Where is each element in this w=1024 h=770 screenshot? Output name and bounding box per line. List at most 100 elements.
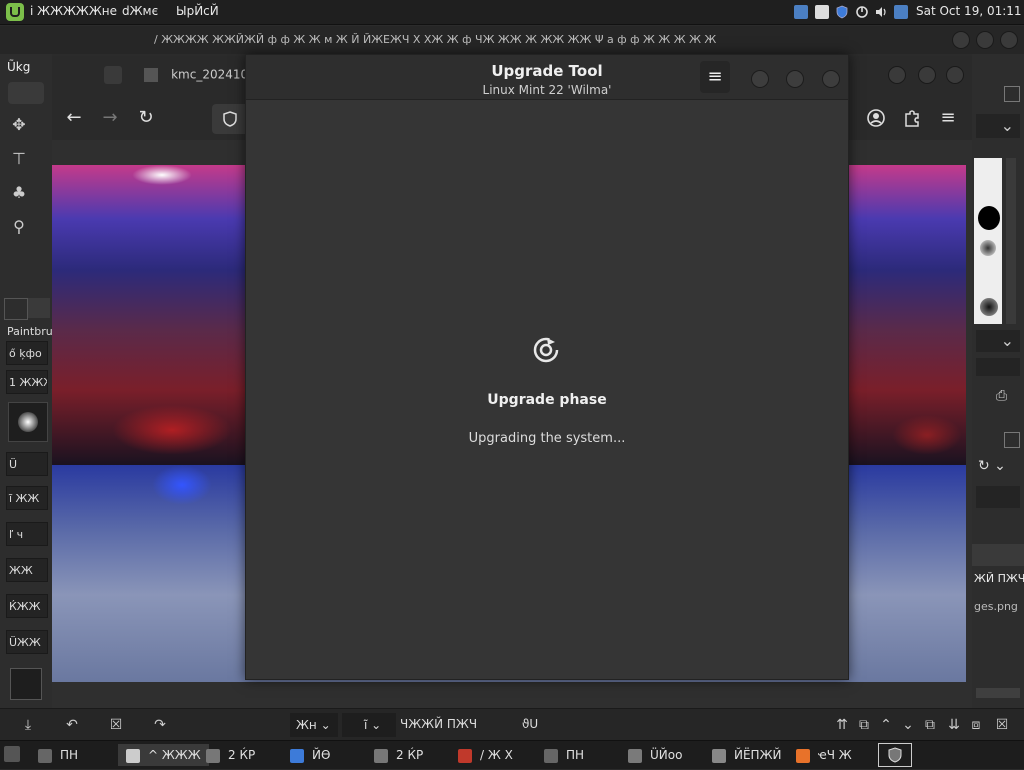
reload-icon[interactable]: ↻ xyxy=(134,106,158,130)
clock[interactable]: Sat Oct 19, 01:11 xyxy=(916,4,1022,18)
tab-overview-icon[interactable] xyxy=(104,66,122,84)
gimp-bottom-strip: ⤓ ↶ ☒ ↷ Жн ⌄ ĩ ⌄ ЧЖЖЙ ПЖЧ ϑU ⇈ ⧉ ⌃ ⌄ ⧉ ⇊… xyxy=(0,708,1024,741)
update-icon[interactable] xyxy=(855,5,869,19)
taskbar-app-icon xyxy=(628,748,642,763)
hamburger-menu-button[interactable]: ≡ xyxy=(700,61,730,93)
crop-tool-icon[interactable]: ⊤ xyxy=(8,148,30,170)
toolbox-menu-label[interactable]: Ũkg xyxy=(7,60,30,74)
aspect-option[interactable]: ĩ ЖЖ xyxy=(6,486,48,510)
delete-preset-icon[interactable]: ☒ xyxy=(106,715,126,735)
dynamics-icon[interactable] xyxy=(10,668,42,700)
taskbar-item[interactable]: ^ ЖЖЖ xyxy=(118,744,209,766)
clone-tool-icon[interactable]: ♣ xyxy=(8,182,30,204)
spacing-option[interactable]: ЖЖ xyxy=(6,558,48,582)
top-menu-3[interactable]: ЫрЙсЙ xyxy=(176,4,219,18)
forward-icon[interactable]: → xyxy=(98,106,122,130)
toolbox-slot[interactable] xyxy=(8,82,44,104)
zoom-tool-icon[interactable]: ⚲ xyxy=(8,216,30,238)
taskbar-item[interactable]: ҽЧ Ж xyxy=(796,744,852,766)
dialog-minimize-button[interactable] xyxy=(751,70,769,88)
upgrade-tool-task[interactable] xyxy=(878,743,912,767)
history-field[interactable] xyxy=(976,486,1020,508)
unit-dropdown[interactable]: Жн ⌄ xyxy=(290,713,338,737)
taskbar-item[interactable]: ЙЁПЖЙ xyxy=(712,744,781,766)
gimp-minimize-button[interactable] xyxy=(952,31,970,49)
taskbar-app-icon xyxy=(544,748,558,763)
restore-preset-icon[interactable]: ↶ xyxy=(62,715,82,735)
export-brush-icon[interactable]: ⎙ xyxy=(996,388,1014,406)
anchor-layer-icon[interactable]: ⇊ xyxy=(944,715,964,735)
dialog-maximize-button[interactable] xyxy=(786,70,804,88)
brushes-grid[interactable] xyxy=(974,158,1002,324)
gimp-close-button[interactable] xyxy=(1000,31,1018,49)
extensions-icon[interactable] xyxy=(900,106,924,130)
taskbar-item[interactable]: ПН xyxy=(544,744,584,766)
top-panel: і ЖЖЖЖЖне dЖмє ЫрЙсЙ Sat Oct 19, 01:11 xyxy=(0,0,1024,25)
left-toolbox: Ũkg ✥ ⊤ ♣ ⚲ Paintbru ő ķфо 1 ЖЖЖ Ü ĩ ЖЖ … xyxy=(0,54,53,708)
mode-option[interactable]: ő ķфо xyxy=(6,341,48,365)
reset-icon[interactable]: ↷ xyxy=(150,715,170,735)
mint-menu-icon[interactable] xyxy=(6,3,24,21)
taskbar-item[interactable]: 2 ЌР xyxy=(206,744,255,766)
taskbar-item[interactable]: ПН xyxy=(38,744,78,766)
taskbar-item[interactable]: ÜЙоо xyxy=(628,744,682,766)
force-option[interactable]: ÜЖЖ xyxy=(6,630,48,654)
gimp-maximize-button[interactable] xyxy=(976,31,994,49)
taskbar-item[interactable]: 2 ЌР xyxy=(374,744,423,766)
unit-dropdown-text: Жн xyxy=(296,718,317,732)
tool-options-tab[interactable] xyxy=(4,298,28,320)
volume-icon[interactable] xyxy=(874,5,888,19)
opacity-option[interactable]: 1 ЖЖЖ xyxy=(6,370,48,394)
account-icon[interactable] xyxy=(864,106,888,130)
taskbar-item-label: ҽЧ Ж xyxy=(818,748,852,762)
brush-filter-dropdown[interactable]: ⌄ xyxy=(976,114,1020,138)
image-name[interactable]: ges.png xyxy=(974,600,1018,613)
layer-down-icon[interactable]: ⌄ xyxy=(898,715,918,735)
clipboard-icon[interactable] xyxy=(815,5,829,19)
shield-icon[interactable] xyxy=(835,5,849,19)
dock-config-icon[interactable] xyxy=(1004,86,1020,102)
browser-tab[interactable]: kmc_202410 xyxy=(144,64,254,88)
layer-group-icon[interactable]: ⧉ xyxy=(854,715,874,735)
dock-scrollbar[interactable] xyxy=(976,688,1020,698)
dock2-config-icon[interactable] xyxy=(1004,432,1020,448)
merge-layer-icon[interactable]: ⧈ xyxy=(966,715,986,735)
duplicate-layer-icon[interactable]: ⧉ xyxy=(920,715,940,735)
raise-layer-icon[interactable]: ⇈ xyxy=(832,715,852,735)
gimp-title: / ЖЖЖЖ ЖЖЙЖЙ ф ф Ж Ж м Ж Й ЙЖЕЖЧ Х ХЖ Ж … xyxy=(154,33,717,46)
layer-up-icon[interactable]: ⌃ xyxy=(876,715,896,735)
history-undo-icon[interactable]: ↻ ⌄ xyxy=(978,458,1016,480)
browser-minimize-button[interactable] xyxy=(888,66,906,84)
back-icon[interactable]: ← xyxy=(62,106,86,130)
app-menu-icon[interactable]: ≡ xyxy=(936,106,960,130)
top-menu-2[interactable]: dЖмє xyxy=(122,4,158,18)
zoom-field[interactable]: ĩ ⌄ xyxy=(342,713,396,737)
brush-preview[interactable] xyxy=(8,402,48,442)
browser-close-button[interactable] xyxy=(946,66,964,84)
angle-option[interactable]: ľ ч xyxy=(6,522,48,546)
dialog-close-button[interactable] xyxy=(822,70,840,88)
taskbar-app-icon xyxy=(38,748,52,763)
gimp-title-bar: / ЖЖЖЖ ЖЖЙЖЙ ф ф Ж Ж м Ж Й ЙЖЕЖЧ Х ХЖ Ж … xyxy=(0,26,1024,54)
show-desktop-icon[interactable] xyxy=(4,746,20,762)
size-option[interactable]: Ü xyxy=(6,452,48,476)
brushes-scrollbar[interactable] xyxy=(1006,158,1016,324)
taskbar-app-icon xyxy=(796,748,810,763)
tracking-protection-icon[interactable] xyxy=(212,104,248,134)
display-icon[interactable] xyxy=(894,5,908,19)
delete-layer-icon[interactable]: ☒ xyxy=(992,715,1012,735)
brush-tag-dropdown[interactable]: ⌄ xyxy=(976,330,1020,352)
hardness-option[interactable]: ЌЖЖ xyxy=(6,594,48,618)
top-menu-1[interactable]: і ЖЖЖЖЖне xyxy=(30,4,117,18)
move-tool-icon[interactable]: ✥ xyxy=(8,114,30,136)
network-icon[interactable] xyxy=(794,5,808,19)
taskbar-item[interactable]: ЙӨ xyxy=(290,744,330,766)
browser-maximize-button[interactable] xyxy=(918,66,936,84)
brush-spacing-field[interactable] xyxy=(976,358,1020,376)
layer-name[interactable]: ЖЙ ПЖЧ xyxy=(974,572,1024,585)
save-preset-icon[interactable]: ⤓ xyxy=(18,715,38,735)
device-status-tab[interactable] xyxy=(28,298,50,318)
taskbar-item[interactable]: / Ж Х xyxy=(458,744,513,766)
taskbar-app-icon xyxy=(126,748,140,763)
layer-row-header[interactable] xyxy=(972,544,1024,566)
